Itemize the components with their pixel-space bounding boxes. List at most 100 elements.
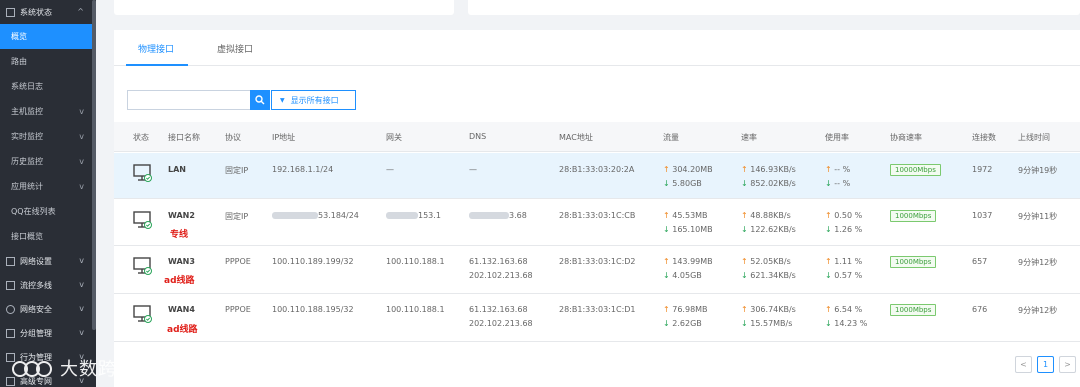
redacted-block (386, 212, 418, 219)
rate-up: ↑ 48.88KB/s (741, 211, 791, 220)
sidebar-item-history-monitor[interactable]: 历史监控 v (0, 149, 96, 174)
ip-address: 100.110.188.195/32 (272, 305, 354, 314)
rate-down: ↓ 15.57MB/s (741, 319, 793, 328)
usage-down: ↓ 0.57 % (825, 271, 863, 280)
arrow-down-icon: ↓ (741, 179, 748, 188)
sidebar-group-network-settings[interactable]: 网络设置 v (0, 249, 96, 273)
monitor-online-icon (133, 164, 152, 182)
protocol: PPPOE (225, 257, 251, 266)
arrow-up-icon: ↑ (663, 211, 670, 220)
dns-secondary: 202.102.213.68 (469, 271, 533, 280)
search-button[interactable] (250, 90, 270, 110)
table-row[interactable]: WAN2 专线 固定IP 53.184/24 153.1 3.68 28:B1:… (114, 200, 1080, 246)
table-row[interactable]: LAN 固定IP 192.168.1.1/24 — — 28:B1:33:03:… (114, 153, 1080, 199)
usage-up: ↑ 1.11 % (825, 257, 863, 266)
arrow-up-icon: ↑ (741, 305, 748, 314)
sidebar: 系统状态 ^ 概览 路由 系统日志 主机监控 v 实时监控 v 历史监控 v 应… (0, 0, 96, 387)
gateway: 100.110.188.1 (386, 257, 445, 266)
tab-physical-interface[interactable]: 物理接口 (138, 42, 174, 55)
col-mac: MAC地址 (559, 133, 593, 142)
col-traffic: 流量 (663, 133, 679, 142)
annotation-note: ad线路 (164, 276, 195, 286)
table-row[interactable]: WAN3 ad线路 PPPOE 100.110.189.199/32 100.1… (114, 247, 1080, 294)
col-dns: DNS (469, 132, 487, 141)
arrow-up-icon: ↑ (825, 211, 832, 220)
sidebar-group-label: 系统状态 (20, 7, 52, 17)
arrow-down-icon: ↓ (825, 319, 832, 328)
sidebar-item-overview[interactable]: 概览 (0, 24, 96, 49)
redacted-block (469, 212, 509, 219)
negotiated-speed-badge: 10000Mbps (890, 164, 941, 176)
ip-address: 192.168.1.1/24 (272, 165, 334, 174)
sidebar-group-label: 网络安全 (20, 304, 52, 314)
sidebar-item-host-monitor[interactable]: 主机监控 v (0, 99, 96, 124)
protocol: 固定IP (225, 212, 249, 221)
chevron-down-icon: v (79, 328, 84, 337)
connection-count: 1972 (972, 165, 993, 174)
rate-down: ↓ 621.34KB/s (741, 271, 796, 280)
prev-page-button[interactable]: < (1015, 356, 1032, 373)
arrow-down-icon: ↓ (741, 225, 748, 234)
usage-up: ↑ 6.54 % (825, 305, 863, 314)
search-input[interactable] (127, 90, 250, 110)
sidebar-scrollbar[interactable] (92, 0, 96, 330)
mac-address: 28:B1:33:03:1C:D1 (559, 305, 636, 314)
traffic-up: ↑ 304.20MB (663, 165, 713, 174)
chevron-down-icon: v (79, 132, 84, 141)
sidebar-item-system-log[interactable]: 系统日志 (0, 74, 96, 99)
table-row[interactable]: WAN4 ad线路 PPPOE 100.110.188.195/32 100.1… (114, 295, 1080, 342)
flow-icon (6, 280, 15, 290)
sidebar-item-app-stats[interactable]: 应用统计 v (0, 174, 96, 199)
sidebar-item-label: 主机监控 (11, 107, 43, 116)
chevron-down-icon: v (79, 157, 84, 166)
negotiated-speed-badge: 1000Mbps (890, 256, 937, 268)
sidebar-item-label: 路由 (11, 57, 27, 66)
monitor-online-icon (133, 257, 152, 275)
filter-label: 显示所有接口 (290, 95, 339, 105)
sidebar-item-label: 实时监控 (11, 132, 43, 141)
arrow-up-icon: ↑ (741, 165, 748, 174)
top-card-right (468, 0, 1080, 15)
show-all-interfaces-dropdown[interactable]: ▼ 显示所有接口 (271, 90, 356, 110)
arrow-down-icon: ↓ (825, 271, 832, 280)
interface-panel: 物理接口 虚拟接口 ▼ 显示所有接口 状态 接口名称 协议 IP地址 网关 DN… (114, 30, 1080, 387)
traffic-down: ↓ 5.80GB (663, 179, 702, 188)
col-status: 状态 (133, 133, 149, 142)
search-row: ▼ 显示所有接口 (127, 90, 356, 110)
sidebar-item-realtime-monitor[interactable]: 实时监控 v (0, 124, 96, 149)
connection-count: 657 (972, 257, 988, 266)
sidebar-item-route[interactable]: 路由 (0, 49, 96, 74)
usage-up: ↑ 0.50 % (825, 211, 863, 220)
chevron-down-icon: v (79, 182, 84, 191)
sidebar-item-interface-overview[interactable]: 接口概览 (0, 224, 96, 249)
sidebar-group-group-manage[interactable]: 分组管理 v (0, 321, 96, 345)
uptime: 9分钟11秒 (1018, 212, 1058, 221)
dns: 3.68 (469, 211, 527, 220)
sidebar-group-label: 流控多线 (20, 280, 52, 290)
dns-secondary: 202.102.213.68 (469, 319, 533, 328)
chevron-down-icon: v (79, 256, 84, 265)
mac-address: 28:B1:33:03:20:2A (559, 165, 635, 174)
arrow-down-icon: ↓ (825, 179, 832, 188)
next-page-button[interactable]: > (1059, 356, 1076, 373)
sidebar-group-network-security[interactable]: 网络安全 v (0, 297, 96, 321)
caret-down-icon: ▼ (280, 96, 285, 104)
page-button-current[interactable]: 1 (1037, 356, 1054, 373)
sidebar-group-flow-control[interactable]: 流控多线 v (0, 273, 96, 297)
rate-down: ↓ 122.62KB/s (741, 225, 796, 234)
sidebar-item-label: 应用统计 (11, 182, 43, 191)
arrow-up-icon: ↑ (825, 257, 832, 266)
arrow-up-icon: ↑ (741, 257, 748, 266)
gateway: 153.1 (386, 211, 441, 220)
sidebar-group-system-status[interactable]: 系统状态 ^ (0, 0, 96, 24)
col-ip: IP地址 (272, 133, 296, 142)
col-usage: 使用率 (825, 133, 849, 142)
tab-virtual-interface[interactable]: 虚拟接口 (217, 42, 253, 55)
sidebar-item-qq-online[interactable]: QQ在线列表 (0, 199, 96, 224)
sidebar-group-label: 分组管理 (20, 328, 52, 338)
monitor-online-icon (133, 305, 152, 323)
interface-name: WAN2 (168, 211, 195, 220)
gateway: — (386, 165, 394, 174)
arrow-down-icon: ↓ (663, 271, 670, 280)
mac-address: 28:B1:33:03:1C:D2 (559, 257, 636, 266)
